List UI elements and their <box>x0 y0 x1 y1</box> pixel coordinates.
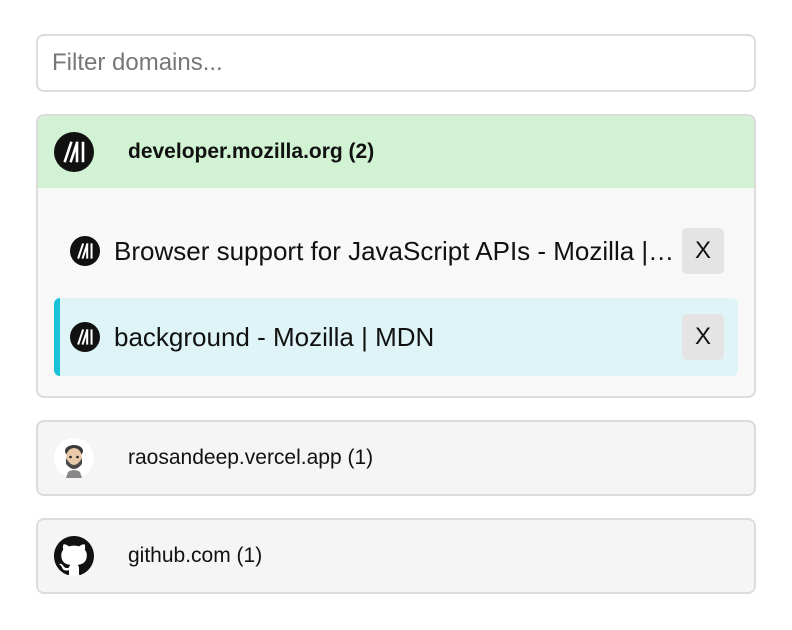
avatar-icon <box>54 438 94 478</box>
domain-group-header[interactable]: raosandeep.vercel.app (1) <box>38 422 754 494</box>
domain-label: developer.mozilla.org (2) <box>128 140 375 163</box>
tab-title: Browser support for JavaScript APIs - Mo… <box>114 235 676 266</box>
domain-group-mozilla: developer.mozilla.org (2) Browser suppor… <box>36 114 756 398</box>
domain-group-header[interactable]: github.com (1) <box>38 520 754 592</box>
tab-manager: developer.mozilla.org (2) Browser suppor… <box>36 34 756 594</box>
close-tab-button[interactable]: X <box>682 228 724 274</box>
domain-group-raosandeep: raosandeep.vercel.app (1) <box>36 420 756 496</box>
domain-label: github.com (1) <box>128 544 263 567</box>
domain-group-github: github.com (1) <box>36 518 756 594</box>
domain-group-header[interactable]: developer.mozilla.org (2) <box>38 116 754 188</box>
mdn-logo-icon <box>54 132 94 172</box>
tab-list: Browser support for JavaScript APIs - Mo… <box>38 188 754 396</box>
mdn-logo-icon <box>70 322 100 352</box>
mdn-logo-icon <box>70 236 100 266</box>
github-icon <box>54 536 94 576</box>
domain-label: raosandeep.vercel.app (1) <box>128 446 374 469</box>
tab-item-active[interactable]: background - Mozilla | MDN X <box>54 298 738 376</box>
close-tab-button[interactable]: X <box>682 314 724 360</box>
tab-item[interactable]: Browser support for JavaScript APIs - Mo… <box>54 212 738 290</box>
tab-title: background - Mozilla | MDN <box>114 321 435 352</box>
filter-domains-input[interactable] <box>36 34 756 92</box>
